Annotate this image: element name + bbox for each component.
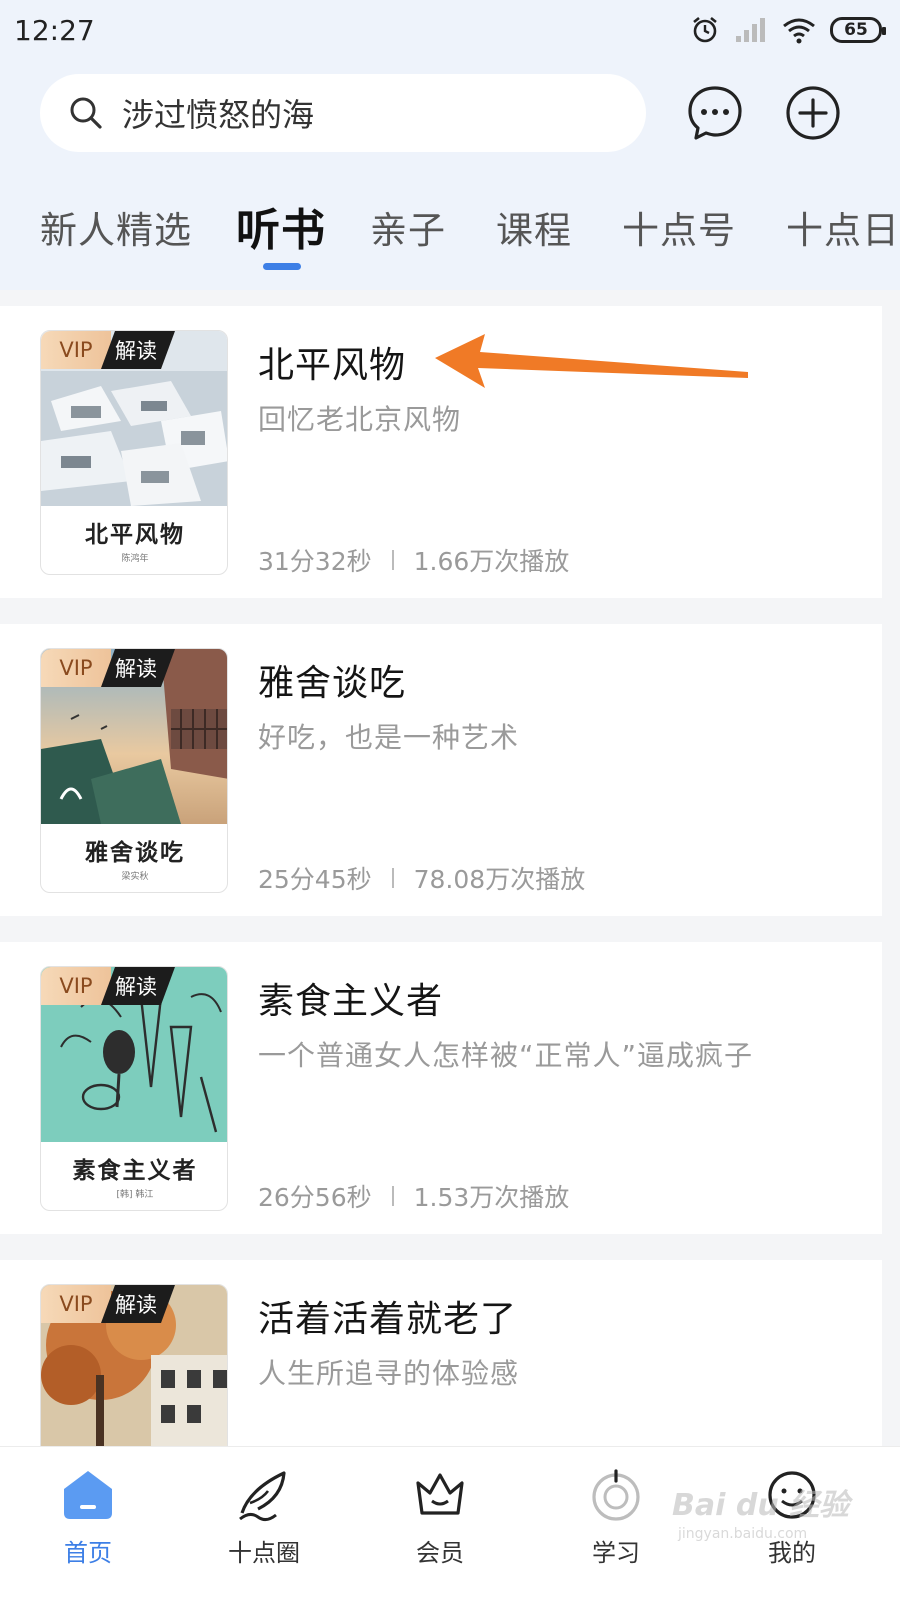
book-subtitle: 人生所追寻的体验感 [258, 1357, 520, 1390]
status-time: 12:27 [14, 14, 95, 47]
vip-badge: VIP [41, 649, 111, 687]
read-badge: 解读 [101, 1285, 175, 1323]
tab-parenting[interactable]: 亲子 [370, 200, 446, 254]
list-item[interactable]: VIP 解读 素食主义者 [韩] 韩江 素食主义者 一个普通女人怎样被“正常人”… [0, 942, 882, 1234]
vip-badge: VIP [41, 331, 111, 369]
duration: 31分32秒 [258, 547, 372, 576]
wifi-icon [783, 18, 815, 44]
home-icon [64, 1471, 112, 1519]
book-title: 活着活着就老了 [258, 1299, 518, 1340]
divider [391, 1186, 394, 1206]
cover-author: 陈鸿年 [121, 554, 149, 564]
cover-title: 北平风物 [85, 521, 185, 548]
play-count: 1.66万次播放 [413, 547, 570, 576]
status-bar: 12:27 65 [0, 0, 900, 62]
book-cover: VIP 解读 北平风物 陈鸿年 [40, 330, 228, 575]
tab-audiobooks[interactable]: 听书 [236, 194, 326, 258]
active-tab-indicator [263, 263, 301, 270]
signal-icon [736, 18, 765, 42]
search-input[interactable]: 涉过愤怒的海 [40, 74, 646, 152]
book-title: 雅舍谈吃 [258, 663, 407, 704]
nav-label: 首页 [64, 1539, 112, 1567]
header-area: 12:27 65 涉过愤怒的海 新人精选 听书 亲子 课程 十点号 十点日 [0, 0, 900, 290]
add-icon[interactable] [784, 84, 842, 142]
nav-label: 会员 [416, 1539, 464, 1567]
divider [391, 868, 394, 888]
watermark: Bai du 经验 jingyan.baidu.com [672, 1480, 872, 1560]
play-count: 1.53万次播放 [413, 1183, 570, 1212]
book-subtitle: 一个普通女人怎样被“正常人”逼成疯子 [258, 1039, 754, 1072]
watermark-main: Bai du 经验 [672, 1488, 850, 1523]
play-count: 78.08万次播放 [413, 865, 586, 894]
book-meta: 25分45秒 78.08万次播放 [258, 860, 585, 896]
book-meta: 26分56秒 1.53万次播放 [258, 1178, 569, 1214]
battery-indicator: 65 [830, 17, 886, 43]
nav-label: 十点圈 [228, 1539, 300, 1567]
cover-author: 梁实秋 [121, 872, 149, 882]
book-subtitle: 回忆老北京风物 [258, 403, 462, 436]
alarm-icon [693, 16, 717, 43]
vip-read-badge: VIP 解读 [41, 649, 175, 687]
search-icon [70, 97, 102, 129]
message-icon[interactable] [686, 84, 744, 142]
book-title: 北平风物 [258, 345, 407, 386]
vip-badge: VIP [41, 967, 111, 1005]
nav-learning[interactable]: 学习 [556, 1467, 676, 1587]
duration: 26分56秒 [258, 1183, 372, 1212]
book-cover: VIP 解读 雅舍谈吃 梁实秋 [40, 648, 228, 893]
tab-shidian-daily[interactable]: 十点日 [786, 200, 900, 254]
nav-label: 学习 [592, 1539, 640, 1567]
book-subtitle: 好吃，也是一种艺术 [258, 721, 520, 754]
vip-badge: VIP [41, 1285, 111, 1323]
book-meta: 31分32秒 1.66万次播放 [258, 542, 569, 578]
cover-title: 素食主义者 [72, 1157, 198, 1184]
read-badge: 解读 [101, 331, 175, 369]
status-icons: 65 [690, 12, 886, 48]
cover-title: 雅舍谈吃 [85, 839, 185, 866]
read-badge: 解读 [101, 649, 175, 687]
watermark-sub: jingyan.baidu.com [678, 1526, 808, 1542]
list-item[interactable]: VIP 解读 雅舍谈吃 梁实秋 雅舍谈吃 好吃，也是一种艺术 25分45秒 78… [0, 624, 882, 916]
tab-courses[interactable]: 课程 [496, 200, 572, 254]
feather-icon [239, 1471, 286, 1522]
vip-read-badge: VIP 解读 [41, 1285, 175, 1323]
nav-membership[interactable]: 会员 [380, 1467, 500, 1587]
book-cover: VIP 解读 素食主义者 [韩] 韩江 [40, 966, 228, 1211]
learn-icon [592, 1469, 640, 1521]
book-title: 素食主义者 [258, 981, 444, 1022]
tab-new-user-picks[interactable]: 新人精选 [40, 200, 192, 254]
vip-read-badge: VIP 解读 [41, 967, 175, 1005]
annotation-arrow-icon [435, 334, 748, 388]
crown-icon [416, 1473, 464, 1515]
read-badge: 解读 [101, 967, 175, 1005]
category-tabs: 新人精选 听书 亲子 课程 十点号 十点日 [0, 190, 900, 280]
tab-shidian-hao[interactable]: 十点号 [622, 200, 736, 254]
cover-author: [韩] 韩江 [116, 1190, 154, 1200]
nav-shidian-circle[interactable]: 十点圈 [204, 1467, 324, 1587]
search-query: 涉过愤怒的海 [122, 96, 315, 134]
duration: 25分45秒 [258, 865, 372, 894]
vip-read-badge: VIP 解读 [41, 331, 175, 369]
nav-home[interactable]: 首页 [28, 1467, 148, 1587]
divider [391, 550, 394, 570]
